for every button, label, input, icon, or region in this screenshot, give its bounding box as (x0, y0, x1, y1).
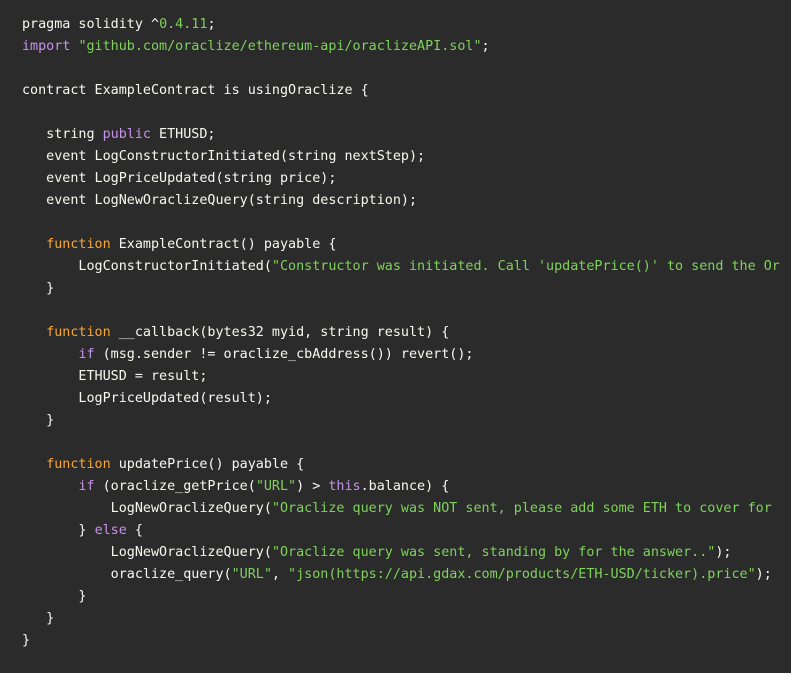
code-line: import "github.com/oraclize/ethereum-api… (22, 36, 791, 58)
code-token-string: "Constructor was initiated. Call 'update… (271, 259, 780, 274)
code-line: function updatePrice() payable { (22, 454, 791, 476)
code-token-keyword: this (328, 479, 361, 494)
code-line: event LogPriceUpdated(string price); (22, 168, 791, 190)
code-token-plain: pragma solidity ^ (22, 17, 160, 32)
code-token-plain: } (22, 413, 55, 428)
code-line: ETHUSD = result; (22, 366, 791, 388)
code-token-plain: } (22, 281, 55, 296)
code-line: } else { (22, 520, 791, 542)
code-line: LogNewOraclizeQuery("Oraclize query was … (22, 498, 791, 520)
code-token-plain: ); (715, 545, 732, 560)
code-line: } (22, 278, 791, 300)
code-token-plain: { (126, 523, 143, 538)
code-token-keyword: import (22, 39, 71, 54)
code-line: contract ExampleContract is usingOracliz… (22, 80, 791, 102)
code-token-plain: LogPriceUpdated(result); (22, 391, 272, 406)
code-token-plain: ETHUSD = result; (22, 369, 208, 384)
code-token-plain: } (22, 611, 55, 626)
code-token-plain: __callback(bytes32 myid, string result) … (110, 325, 450, 340)
code-line: } (22, 586, 791, 608)
code-token-plain: contract ExampleContract is usingOracliz… (22, 83, 369, 98)
code-token-plain: string (22, 127, 103, 142)
code-line: } (22, 608, 791, 630)
code-line: pragma solidity ^0.4.11; (22, 14, 791, 36)
code-token-keyword: if (78, 479, 95, 494)
code-token-plain: event LogPriceUpdated(string price); (22, 171, 337, 186)
code-line: LogPriceUpdated(result); (22, 388, 791, 410)
code-token-plain: (oraclize_getPrice( (94, 479, 256, 494)
code-line: event LogConstructorInitiated(string nex… (22, 146, 791, 168)
code-line: } (22, 410, 791, 432)
code-line: LogConstructorInitiated("Constructor was… (22, 256, 791, 278)
code-token-plain: ; (481, 39, 490, 54)
code-token-plain: event LogConstructorInitiated(string nex… (22, 149, 426, 164)
code-token-plain: LogNewOraclizeQuery( (22, 501, 272, 516)
code-token-plain: ); (755, 567, 772, 582)
code-token-plain: event LogNewOraclizeQuery(string descrip… (22, 193, 418, 208)
code-token-keyword: public (102, 127, 151, 142)
code-token-string: "github.com/oraclize/ethereum-api/oracli… (78, 39, 482, 54)
code-line: if (msg.sender != oraclize_cbAddress()) … (22, 344, 791, 366)
code-token-plain: } (22, 523, 95, 538)
code-token-function: function (46, 325, 111, 340)
code-line: string public ETHUSD; (22, 124, 791, 146)
code-line: function __callback(bytes32 myid, string… (22, 322, 791, 344)
code-token-plain: ETHUSD; (151, 127, 216, 142)
code-token-keyword: else (94, 523, 127, 538)
code-token-number: 0.4.11 (159, 17, 208, 32)
code-line: if (oraclize_getPrice("URL") > this.bala… (22, 476, 791, 498)
code-token-plain: .balance) { (360, 479, 450, 494)
code-token-keyword: if (78, 347, 95, 362)
code-line: oraclize_query("URL", "json(https://api.… (22, 564, 791, 586)
code-token-plain: } (22, 589, 87, 604)
code-token-function: function (46, 457, 111, 472)
code-token-function: function (46, 237, 111, 252)
code-line: } (22, 630, 791, 652)
code-token-plain: oraclize_query( (22, 567, 232, 582)
code-token-string: "json(https://api.gdax.com/products/ETH-… (288, 567, 756, 582)
code-token-string: "Oraclize query was sent, standing by fo… (271, 545, 716, 560)
code-line: LogNewOraclizeQuery("Oraclize query was … (22, 542, 791, 564)
code-token-string: "Oraclize query was NOT sent, please add… (271, 501, 772, 516)
code-line: function ExampleContract() payable { (22, 234, 791, 256)
code-token-string: "URL" (231, 567, 272, 582)
code-editor[interactable]: pragma solidity ^0.4.11; import "github.c… (0, 0, 791, 673)
code-token-plain: (msg.sender != oraclize_cbAddress()) rev… (94, 347, 474, 362)
code-token-plain: LogConstructorInitiated( (22, 259, 272, 274)
code-token-string: "URL" (255, 479, 297, 494)
code-token-plain: ) > (296, 479, 329, 494)
code-line: event LogNewOraclizeQuery(string descrip… (22, 190, 791, 212)
code-token-plain: ; (207, 17, 216, 32)
code-token-plain: , (271, 567, 289, 582)
code-token-plain: } (22, 633, 31, 648)
code-token-plain: updatePrice() payable { (110, 457, 305, 472)
code-token-plain: ExampleContract() payable { (110, 237, 337, 252)
code-token-plain: LogNewOraclizeQuery( (22, 545, 272, 560)
